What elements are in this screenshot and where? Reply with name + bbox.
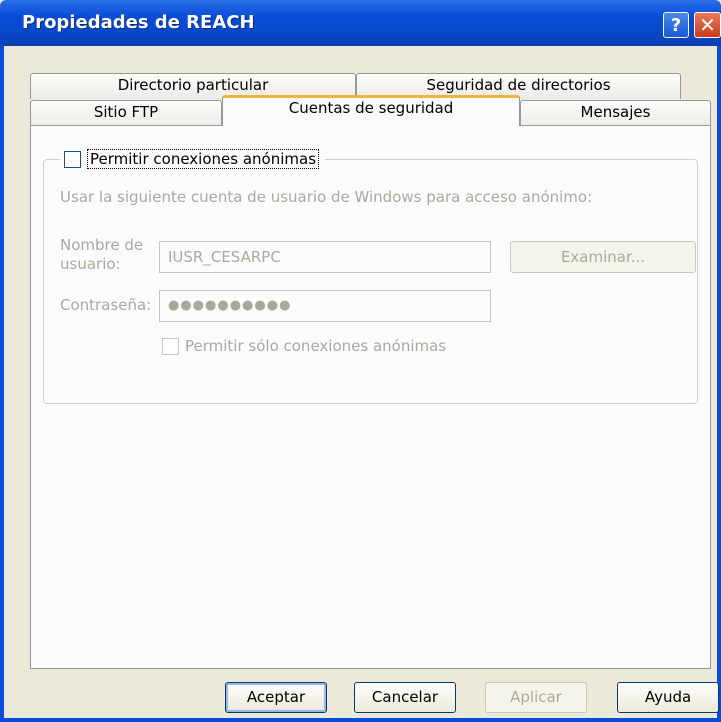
anonymous-groupbox: Permitir conexiones anónimas Usar la sig… — [43, 149, 698, 404]
allow-anonymous-checkbox[interactable] — [64, 150, 81, 168]
allow-anonymous-label[interactable]: Permitir conexiones anónimas — [87, 149, 320, 169]
only-anonymous-row: Permitir sólo conexiones anónimas — [162, 337, 446, 355]
title-bar[interactable]: Propiedades de REACH ? ✕ — [0, 0, 721, 46]
tab-cuentas-seguridad[interactable]: Cuentas de seguridad — [222, 95, 520, 126]
description-text: Usar la siguiente cuenta de usuario de W… — [60, 188, 593, 206]
help-icon[interactable]: ? — [663, 12, 689, 38]
only-anonymous-label[interactable]: Permitir sólo conexiones anónimas — [185, 337, 446, 355]
username-input[interactable]: IUSR_CESARPC — [159, 241, 491, 273]
cancel-button[interactable]: Cancelar — [354, 682, 456, 713]
tab-mensajes[interactable]: Mensajes — [520, 100, 711, 126]
password-label: Contraseña: — [60, 296, 152, 314]
username-label-line2: usuario: — [60, 255, 121, 273]
tab-sitio-ftp[interactable]: Sitio FTP — [30, 100, 222, 126]
close-icon[interactable]: ✕ — [694, 12, 721, 38]
groupbox-legend: Permitir conexiones anónimas — [60, 149, 326, 169]
tab-panel: Permitir conexiones anónimas Usar la sig… — [30, 125, 711, 669]
browse-button[interactable]: Examinar... — [510, 241, 696, 273]
username-label-line1: Nombre de — [60, 236, 144, 254]
apply-button[interactable]: Aplicar — [485, 682, 587, 713]
help-button[interactable]: Ayuda — [617, 682, 719, 713]
window-title: Propiedades de REACH — [22, 12, 255, 33]
ok-button[interactable]: Aceptar — [225, 682, 327, 713]
username-label: Nombre de usuario: — [60, 236, 143, 274]
only-anonymous-checkbox[interactable] — [162, 337, 179, 355]
window-frame-left — [0, 46, 4, 722]
password-input[interactable]: ●●●●●●●●●● — [159, 290, 491, 322]
window-frame-bottom — [0, 718, 721, 722]
window-frame-right — [717, 46, 721, 722]
